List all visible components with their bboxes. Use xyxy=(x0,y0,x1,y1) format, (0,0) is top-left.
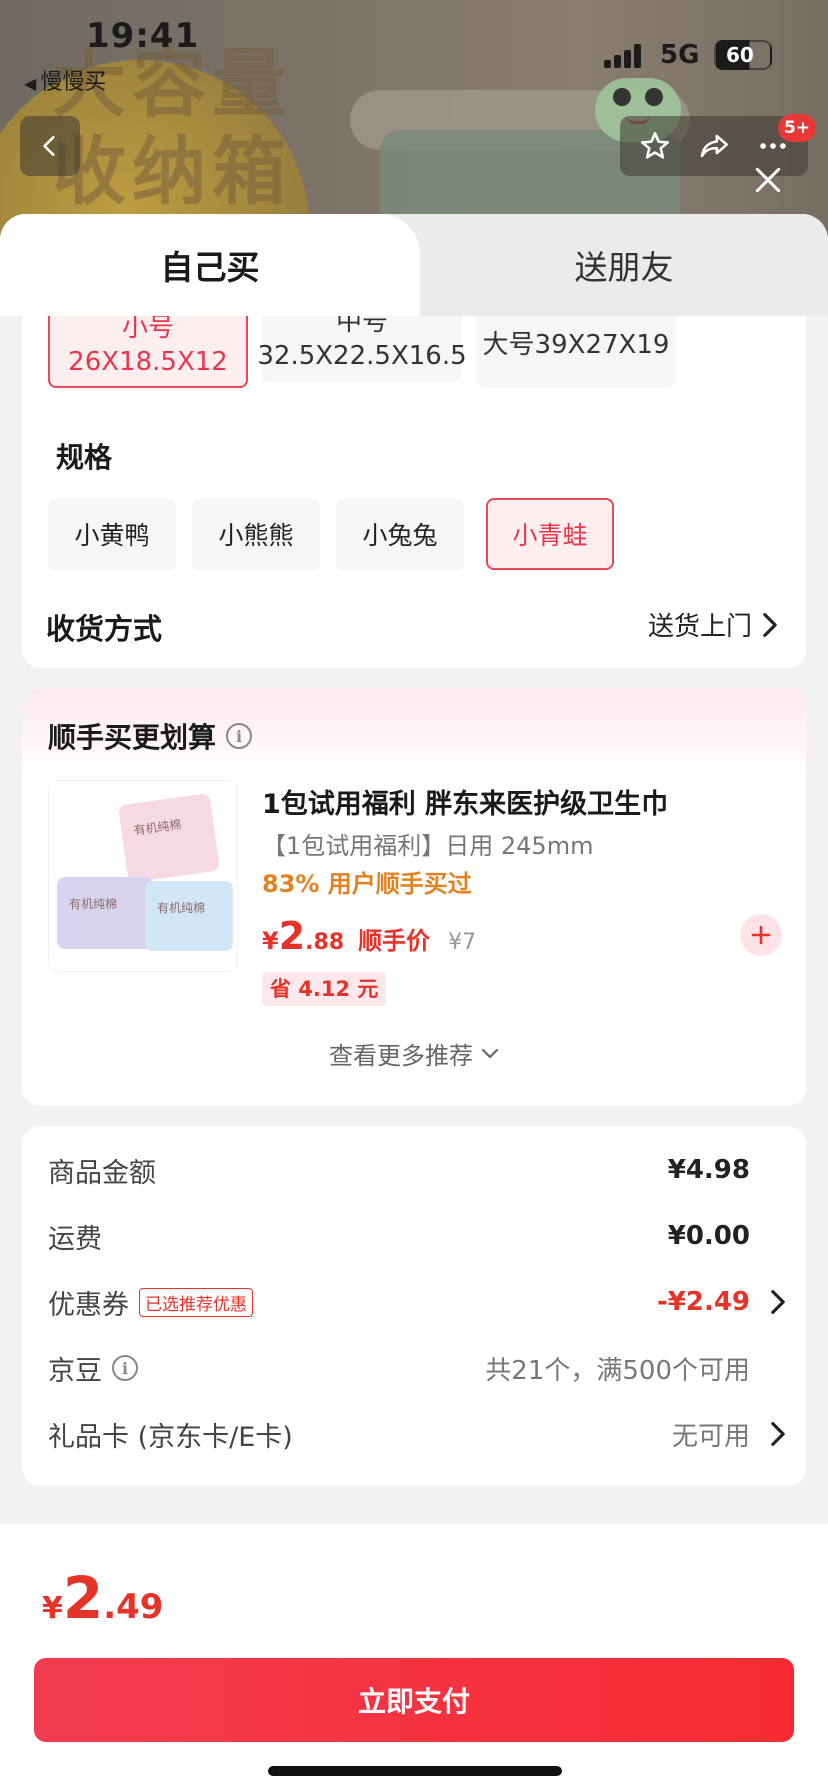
recommend-card: 顺手买更划算 i 有机纯棉 有机纯棉 有机纯棉 1包试用福利 胖东来医护级卫生巾… xyxy=(22,688,806,1106)
delivery-method-value: 送货上门 xyxy=(647,612,752,642)
tab-gift-to-friend[interactable]: 送朋友 xyxy=(420,214,828,316)
product-price: ¥ 2 .88 顺手价 ¥7 xyxy=(262,914,476,958)
delivery-method-label: 收货方式 xyxy=(46,612,163,646)
row-label: 京豆 i xyxy=(48,1349,138,1388)
row-value: 无可用 xyxy=(671,1421,750,1452)
share-icon xyxy=(700,134,729,158)
recommend-title-text: 顺手买更划算 xyxy=(48,721,217,754)
spec-option-rabbit[interactable]: 小兔兔 xyxy=(336,498,464,570)
pay-now-button[interactable]: 立即支付 xyxy=(34,1658,794,1742)
chevron-right-icon xyxy=(763,612,777,637)
recommend-title: 顺手买更划算 i xyxy=(48,716,253,756)
battery-level: 60 xyxy=(726,43,754,67)
product-sku: 【1包试用福利】日用 245mm xyxy=(262,832,594,860)
star-icon xyxy=(641,131,670,159)
close-icon[interactable] xyxy=(752,164,784,196)
package-image-lilac: 有机纯棉 xyxy=(57,877,153,949)
original-price: ¥7 xyxy=(448,930,477,955)
price-label: 顺手价 xyxy=(358,927,431,955)
price-breakdown-card: 商品金额 ¥4.98 运费 ¥0.00 优惠券 已选推荐优惠 -¥2.49 京豆 i… xyxy=(22,1126,806,1486)
back-triangle-icon: ◀ xyxy=(24,74,37,93)
row-label: 优惠券 已选推荐优惠 xyxy=(48,1283,253,1322)
spec-title: 规格 xyxy=(56,441,113,474)
row-shipping: 运费 ¥0.00 xyxy=(48,1216,788,1256)
size-option-small[interactable]: 小号26X18.5X12 xyxy=(48,316,248,388)
row-value: ¥0.00 xyxy=(667,1221,750,1251)
total-decimal: .49 xyxy=(103,1587,164,1627)
more-recommend-link[interactable]: 查看更多推荐 xyxy=(22,1036,806,1071)
signal-icon xyxy=(604,42,646,68)
size-option-medium[interactable]: 中号 32.5X22.5X16.5 xyxy=(257,316,467,382)
coupon-selected-tag: 已选推荐优惠 xyxy=(139,1287,253,1317)
plus-icon xyxy=(751,925,771,945)
size-option-label: 中号 xyxy=(335,316,388,337)
chevron-right-icon xyxy=(771,1290,785,1314)
pay-bar: ¥ 2 .49 立即支付 xyxy=(0,1524,828,1792)
delivery-method-selector[interactable]: 送货上门 xyxy=(648,606,780,643)
size-option-large[interactable]: 大号39X27X19 xyxy=(476,316,676,388)
info-icon[interactable]: i xyxy=(112,1355,138,1381)
spec-option-duck[interactable]: 小黄鸭 xyxy=(48,498,176,570)
product-buy-percent: 83% 用户顺手买过 xyxy=(262,870,472,898)
size-option-label: 大号39X27X19 xyxy=(482,330,670,360)
price-integer: 2 xyxy=(278,914,306,958)
chevron-left-icon xyxy=(43,136,55,156)
spec-option-frog[interactable]: 小青蛙 xyxy=(486,498,614,570)
favorite-button[interactable] xyxy=(633,124,677,168)
tab-buy-for-self[interactable]: 自己买 xyxy=(0,214,420,316)
row-jingdou: 京豆 i 共21个，满500个可用 xyxy=(48,1348,788,1388)
message-badge: 5+ xyxy=(778,114,817,142)
info-icon[interactable]: i xyxy=(226,723,253,749)
row-label: 运费 xyxy=(48,1223,102,1255)
status-time: 19:41 xyxy=(86,16,200,56)
saving-badge: 省 4.12 元 xyxy=(262,972,387,1006)
add-product-button[interactable] xyxy=(740,914,782,956)
row-value: 共21个，满500个可用 xyxy=(485,1355,750,1386)
total-integer: 2 xyxy=(62,1564,104,1632)
purchase-tabs: 自己买 送朋友 xyxy=(0,214,828,316)
price-decimal: .88 xyxy=(305,930,345,955)
row-value: -¥2.49 xyxy=(656,1287,750,1317)
chevron-right-icon xyxy=(771,1422,785,1446)
spec-option-bear[interactable]: 小熊熊 xyxy=(192,498,320,570)
back-to-app-link[interactable]: ◀ 慢慢买 xyxy=(24,64,106,96)
row-gift-card[interactable]: 礼品卡 (京东卡/E卡) 无可用 xyxy=(48,1414,788,1454)
row-goods-amount: 商品金额 ¥4.98 xyxy=(48,1150,788,1190)
size-option-label: 小号26X18.5X12 xyxy=(68,316,228,377)
purchase-sheet: 自己买 送朋友 小号26X18.5X12 中号 32.5X22.5X16.5 大… xyxy=(0,214,828,1792)
row-label: 商品金额 xyxy=(48,1157,156,1189)
package-image-pink: 有机纯棉 xyxy=(118,792,220,884)
share-button[interactable] xyxy=(692,124,736,168)
more-recommend-text: 查看更多推荐 xyxy=(329,1042,473,1070)
network-type: 5G xyxy=(660,40,700,70)
row-value: ¥4.98 xyxy=(667,1155,750,1185)
home-indicator[interactable] xyxy=(268,1766,562,1776)
chevron-down-icon xyxy=(481,1048,499,1058)
row-label: 礼品卡 (京东卡/E卡) xyxy=(48,1421,293,1453)
package-image-blue: 有机纯棉 xyxy=(145,881,233,951)
product-thumbnail[interactable]: 有机纯棉 有机纯棉 有机纯棉 xyxy=(48,780,238,972)
price-currency: ¥ xyxy=(262,927,279,955)
battery-icon: 60 xyxy=(714,40,772,70)
total-price: ¥ 2 .49 xyxy=(42,1564,163,1632)
total-currency: ¥ xyxy=(42,1591,63,1626)
size-option-dims: 32.5X22.5X16.5 xyxy=(257,341,467,371)
row-coupon[interactable]: 优惠券 已选推荐优惠 -¥2.49 xyxy=(48,1282,788,1322)
back-button[interactable] xyxy=(20,116,80,176)
sku-selector-card: 小号26X18.5X12 中号 32.5X22.5X16.5 大号39X27X1… xyxy=(22,316,806,668)
back-app-label: 慢慢买 xyxy=(40,70,107,95)
product-name[interactable]: 1包试用福利 胖东来医护级卫生巾 xyxy=(262,782,668,821)
